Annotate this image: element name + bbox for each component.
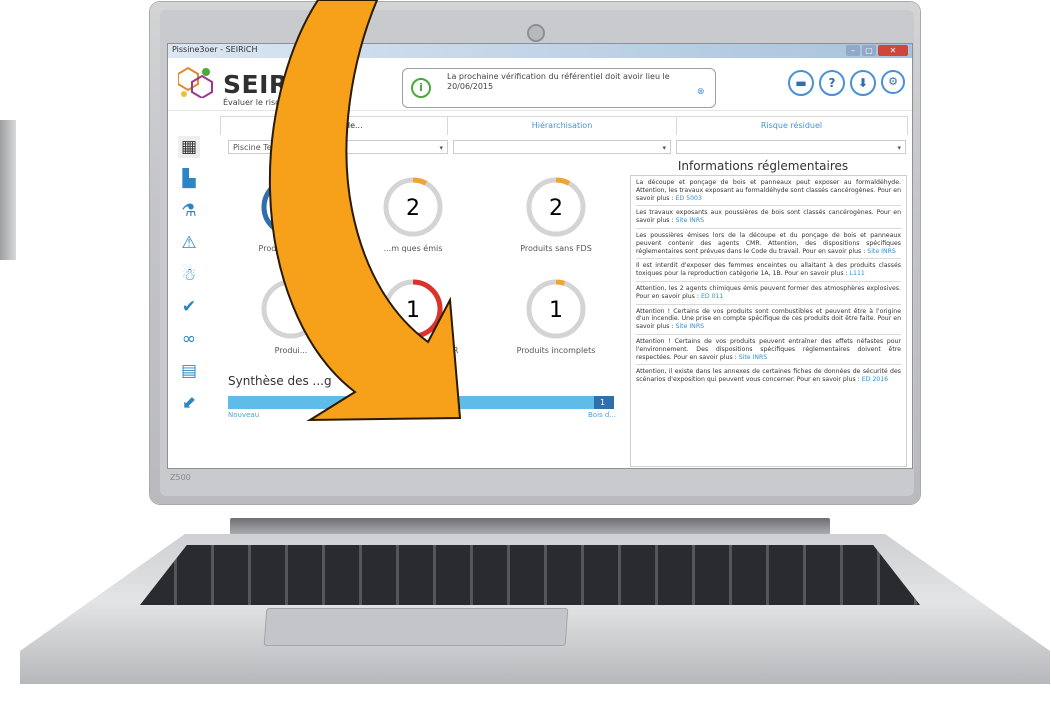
tab-hierarchisation[interactable]: Hiérarchisation <box>448 117 677 135</box>
synthesis-label-left: Nouveau <box>228 411 260 419</box>
gauge-value: 2 <box>549 196 563 221</box>
download-button[interactable]: ⬇ <box>850 70 876 96</box>
window-titlebar: Pissine3oer - SEIRiCH – ▢ ✕ <box>168 44 912 58</box>
gauge-ring: 2 <box>383 177 443 237</box>
info-item: Les travaux exposants aux poussières de … <box>636 209 901 229</box>
info-item: Attention ! Certains de vos produits son… <box>636 308 901 335</box>
info-text: Attention, les 2 agents chimiques émis p… <box>636 284 901 300</box>
chevron-down-icon: ▾ <box>897 144 901 152</box>
brand-name: SEIRiCH <box>223 70 338 99</box>
synthesis-title: Synthèse des ...g <box>228 374 332 388</box>
info-item: Attention, il existe dans les annexes de… <box>636 368 901 387</box>
model-label: Z500 <box>170 473 191 482</box>
info-icon: i <box>411 78 431 98</box>
check-icon[interactable]: ✔ <box>178 296 200 318</box>
info-text: Les poussières émises lors de la découpe… <box>636 231 901 255</box>
seirich-logo-icon <box>178 66 213 98</box>
gauge-ring: 1 <box>526 279 586 339</box>
folder-button[interactable]: ▬ <box>788 70 814 96</box>
gauge-value: 1 <box>406 298 420 323</box>
worker-icon[interactable]: ☃ <box>178 264 200 286</box>
info-link[interactable]: ED 5003 <box>676 195 702 202</box>
info-link[interactable]: ED 2016 <box>862 376 888 383</box>
gauge[interactable]: 24 Produits stockés <box>258 174 324 253</box>
gauge-ring: 24 <box>261 177 321 237</box>
info-panel: La découpe et ponçage de bois et panneau… <box>630 175 907 467</box>
chevron-down-icon: ▾ <box>662 144 666 152</box>
info-item: La découpe et ponçage de bois et panneau… <box>636 179 901 207</box>
gauge[interactable]: 2 Produits sans FDS <box>520 174 592 253</box>
gauge-ring: 2 <box>526 177 586 237</box>
glasses-icon[interactable]: ∞ <box>178 328 200 350</box>
tab-synthese[interactable]: Synthèse de... <box>221 117 448 135</box>
info-link[interactable]: Site INRS <box>867 248 896 255</box>
info-link[interactable]: Site INRS <box>676 217 705 224</box>
export-icon[interactable]: ⬋ <box>178 392 200 414</box>
background-laptop-edge <box>0 120 16 260</box>
sidebar: ▦ ▙ ⚗ ⚠ ☃ ✔ ∞ ▤ ⬋ <box>168 130 208 468</box>
tab-risque-residuel[interactable]: Risque résiduel <box>677 117 906 135</box>
gauge-label: Produi... <box>274 346 308 355</box>
info-link[interactable]: ED 011 <box>701 293 723 300</box>
work-select[interactable]: ▾ <box>676 140 906 154</box>
lab-flask-icon[interactable]: ⚗ <box>178 200 200 222</box>
gauge[interactable]: 2 ...m ques émis <box>380 174 446 253</box>
hinge <box>230 518 830 536</box>
gauge[interactable]: 1 ...chimiques émis CMR <box>368 276 458 355</box>
synthesis-bar-value-1: 10 <box>358 398 369 407</box>
site-select-value: Piscine Test <box>233 143 279 152</box>
help-button[interactable]: ? <box>819 70 845 96</box>
gauge-ring <box>261 279 321 339</box>
info-link[interactable]: Site INRS <box>676 323 705 330</box>
info-link[interactable]: Site INRS <box>739 354 768 361</box>
settings-button[interactable]: ⚙ <box>881 70 905 94</box>
gauge[interactable]: 1 Produits incomplets <box>517 276 595 355</box>
webcam <box>527 24 545 42</box>
site-select[interactable]: Piscine Test ▾ <box>228 140 448 154</box>
notice-text: La prochaine vérification du référentiel… <box>447 72 670 91</box>
maximize-button[interactable]: ▢ <box>862 45 876 56</box>
gauge-ring: 1 <box>383 279 443 339</box>
touchpad <box>263 608 569 646</box>
gauge-value: 24 <box>277 196 305 221</box>
tab-bar: Synthèse de... Hiérarchisation Risque ré… <box>220 116 908 135</box>
synthesis-bar-value-2: 1 <box>600 398 606 407</box>
chevron-down-icon: ▾ <box>439 144 443 152</box>
synthesis-bar-segment-1[interactable] <box>228 396 614 409</box>
keyboard <box>140 545 920 605</box>
info-panel-title: Informations réglementaires <box>677 159 849 173</box>
unit-select[interactable]: ▾ <box>453 140 671 154</box>
notice-banner: i La prochaine vérification du référenti… <box>402 68 716 108</box>
gauge-track <box>261 279 321 339</box>
info-link[interactable]: L111 <box>850 270 865 277</box>
window-title: Pissine3oer - SEIRiCH <box>172 45 258 54</box>
gauge-label: ...chimiques émis CMR <box>367 346 459 355</box>
gauge-label: Produits incomplets <box>516 346 596 355</box>
info-item: Attention, les 2 agents chimiques émis p… <box>636 285 901 305</box>
gauge-label: Produits sans FDS <box>520 244 592 253</box>
gauge-label: ...m ques émis <box>383 244 443 253</box>
app-header: SEIRiCH Évaluer le risque chimique i La … <box>168 58 912 111</box>
info-item: Il est interdit d'exposer des femmes enc… <box>636 262 901 282</box>
close-window-button[interactable]: ✕ <box>878 45 908 56</box>
info-item: Les poussières émises lors de la découpe… <box>636 231 901 260</box>
info-item: Attention ! Certains de vos produits peu… <box>636 337 901 366</box>
gauge-value: 1 <box>549 298 563 323</box>
brand-subtitle: Évaluer le risque chimique <box>223 98 330 107</box>
info-text: Attention ! Certains de vos produits peu… <box>636 337 901 361</box>
calculator-icon[interactable]: ▤ <box>178 360 200 382</box>
gauge[interactable]: Produi... <box>258 276 324 355</box>
close-notice-icon[interactable]: ⊗ <box>697 87 705 97</box>
warning-icon[interactable]: ⚠ <box>178 232 200 254</box>
synthesis-label-right: Bois d... <box>588 411 617 419</box>
app-screen: Pissine3oer - SEIRiCH – ▢ ✕ SEIRiCH Éval… <box>168 44 912 468</box>
dashboard-icon[interactable]: ▦ <box>178 136 200 158</box>
gauge-value: 2 <box>406 196 420 221</box>
gauge-label: Produits stockés <box>258 244 324 253</box>
factory-icon[interactable]: ▙ <box>178 168 200 190</box>
minimize-button[interactable]: – <box>846 45 860 56</box>
